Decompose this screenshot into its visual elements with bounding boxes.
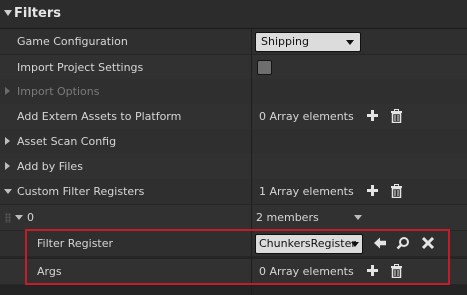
add-extern-assets-count: 0 Array elements — [259, 110, 354, 123]
add-by-files-label: Add by Files — [17, 160, 83, 173]
custom-filter-registers-row: Custom Filter Registers 1 Array elements — [0, 179, 467, 205]
chevron-down-icon[interactable] — [354, 215, 362, 220]
asset-scan-config-label: Asset Scan Config — [17, 135, 117, 148]
collapse-arrow-icon[interactable] — [15, 215, 23, 220]
expand-arrow-icon[interactable] — [5, 87, 10, 95]
filter-register-label: Filter Register — [37, 237, 114, 250]
import-project-settings-label: Import Project Settings — [17, 61, 144, 74]
add-extern-assets-row: Add Extern Assets to Platform 0 Array el… — [0, 104, 467, 130]
filter-register-value: ChunkersRegister — [259, 237, 356, 250]
add-element-button[interactable] — [366, 109, 380, 123]
import-options-row: Import Options — [0, 79, 467, 105]
custom-filter-registers-count: 1 Array elements — [259, 185, 354, 198]
close-icon[interactable] — [421, 236, 435, 250]
args-count: 0 Array elements — [259, 265, 354, 278]
asset-scan-config-row: Asset Scan Config — [0, 129, 467, 155]
import-options-label: Import Options — [17, 85, 100, 98]
filter-register-combo[interactable]: ChunkersRegister — [255, 234, 363, 254]
chevron-down-icon — [351, 242, 359, 247]
arrow-left-icon[interactable] — [373, 236, 387, 250]
collapse-arrow-icon[interactable] — [4, 10, 12, 16]
custom-filter-registers-label: Custom Filter Registers — [17, 185, 145, 198]
collapse-arrow-icon[interactable] — [4, 189, 12, 194]
game-configuration-row: Game Configuration Shipping — [0, 29, 467, 55]
filters-category-header[interactable]: Filters — [0, 0, 467, 29]
trash-icon[interactable] — [390, 184, 404, 198]
magnifier-icon[interactable] — [396, 236, 410, 250]
filter-register-row: Filter Register ChunkersRegister — [0, 231, 467, 257]
add-element-button[interactable] — [366, 264, 380, 278]
category-title: Filters — [14, 6, 61, 21]
expand-arrow-icon[interactable] — [5, 162, 10, 170]
add-element-button[interactable] — [366, 184, 380, 198]
args-label: Args — [37, 265, 62, 278]
chevron-down-icon — [346, 40, 354, 45]
import-project-settings-row: Import Project Settings — [0, 55, 467, 81]
add-extern-assets-label: Add Extern Assets to Platform — [17, 110, 182, 123]
game-configuration-combo[interactable]: Shipping — [255, 32, 361, 52]
args-row: Args 0 Array elements — [0, 259, 467, 285]
import-project-settings-checkbox[interactable] — [257, 60, 272, 75]
array-element-index: 0 — [27, 211, 34, 224]
game-configuration-value: Shipping — [261, 35, 309, 48]
array-element-members: 2 members — [256, 211, 319, 224]
trash-icon[interactable] — [390, 109, 404, 123]
array-element-0-row: 0 2 members — [0, 205, 467, 231]
column-divider[interactable] — [251, 28, 252, 295]
game-configuration-label: Game Configuration — [17, 35, 128, 48]
add-by-files-row: Add by Files — [0, 154, 467, 180]
trash-icon[interactable] — [390, 264, 404, 278]
drag-handle-icon[interactable] — [5, 213, 11, 223]
expand-arrow-icon[interactable] — [5, 137, 10, 145]
